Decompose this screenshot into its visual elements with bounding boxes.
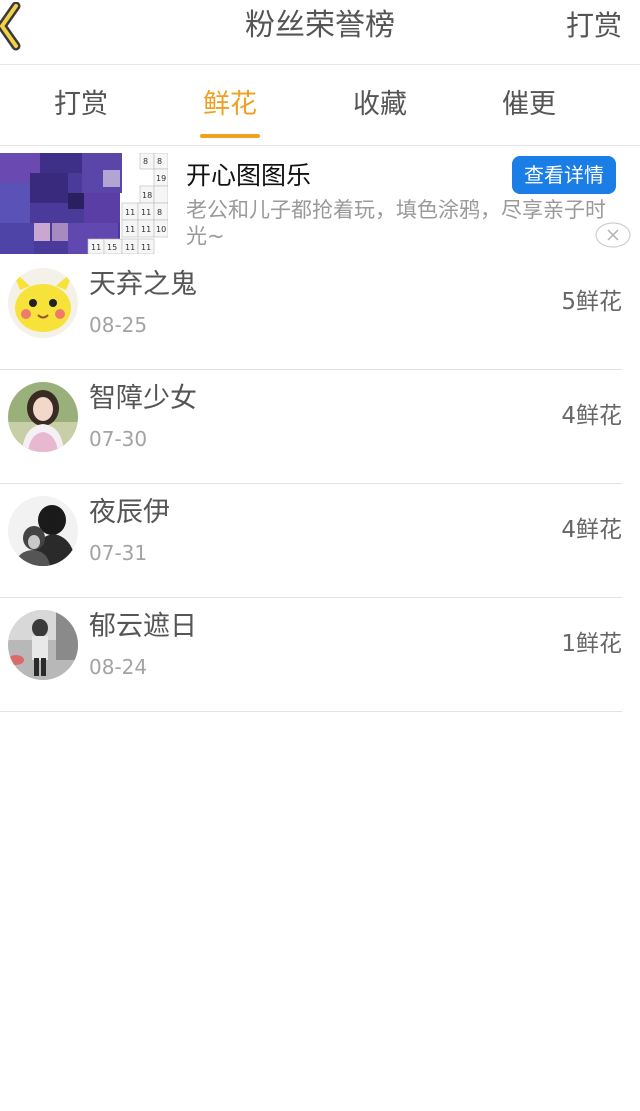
close-icon xyxy=(595,222,631,248)
svg-text:11: 11 xyxy=(141,225,151,234)
list-item[interactable]: 智障少女 07-30 4鲜花 xyxy=(0,370,622,484)
fan-name: 郁云遮日 xyxy=(89,611,197,642)
svg-text:19: 19 xyxy=(156,174,166,183)
street-avatar xyxy=(8,610,78,680)
nav-bar: 粉丝荣誉榜 打赏 xyxy=(0,0,640,65)
flower-count: 4鲜花 xyxy=(561,403,622,429)
active-tab-indicator xyxy=(200,134,260,138)
flower-count: 4鲜花 xyxy=(561,517,622,543)
ad-banner[interactable]: 8 8 19 18 11 11 8 11 11 10 11 15 11 11 开… xyxy=(0,153,640,255)
ad-description: 老公和儿子都抢着玩，填色涂鸦，尽享亲子时光~ xyxy=(186,198,606,248)
fan-date: 07-30 xyxy=(89,427,148,451)
svg-text:18: 18 xyxy=(142,191,152,200)
flower-count: 1鲜花 xyxy=(561,631,622,657)
svg-text:8: 8 xyxy=(157,208,162,217)
svg-text:11: 11 xyxy=(141,243,151,252)
list-item[interactable]: 天弃之鬼 08-25 5鲜花 xyxy=(0,256,622,370)
fan-date: 08-24 xyxy=(89,655,148,679)
flower-count: 5鲜花 xyxy=(561,289,622,315)
fan-date: 07-31 xyxy=(89,541,148,565)
list-item[interactable]: 郁云遮日 08-24 1鲜花 xyxy=(0,598,622,712)
tab-favorites[interactable]: 收藏 xyxy=(305,87,455,123)
svg-text:15: 15 xyxy=(107,243,117,252)
svg-text:11: 11 xyxy=(125,243,135,252)
tab-bar: 打赏 鲜花 收藏 催更 xyxy=(0,65,640,146)
girl-avatar xyxy=(8,382,78,452)
svg-text:8: 8 xyxy=(143,157,148,166)
svg-text:11: 11 xyxy=(141,208,151,217)
page-title: 粉丝荣誉榜 xyxy=(245,8,395,43)
tab-reward[interactable]: 打赏 xyxy=(6,87,156,123)
fan-name: 天弃之鬼 xyxy=(89,269,197,300)
reward-button[interactable]: 打赏 xyxy=(566,6,622,46)
ad-title: 开心图图乐 xyxy=(186,161,312,190)
tab-flowers[interactable]: 鲜花 xyxy=(155,87,305,123)
svg-text:11: 11 xyxy=(91,243,101,252)
bw-couple-avatar xyxy=(8,496,78,566)
svg-text:11: 11 xyxy=(125,208,135,217)
pikachu-avatar xyxy=(8,268,78,338)
svg-text:11: 11 xyxy=(125,225,135,234)
ad-thumbnail: 8 8 19 18 11 11 8 11 11 10 11 15 11 11 xyxy=(0,153,168,254)
ad-details-button[interactable]: 查看详情 xyxy=(512,156,616,194)
list-item[interactable]: 夜辰伊 07-31 4鲜花 xyxy=(0,484,622,598)
svg-text:10: 10 xyxy=(156,225,166,234)
tab-urge-update[interactable]: 催更 xyxy=(454,87,604,123)
ad-close-button[interactable] xyxy=(595,222,631,248)
fan-date: 08-25 xyxy=(89,313,148,337)
fan-name: 夜辰伊 xyxy=(89,497,170,528)
svg-text:8: 8 xyxy=(157,157,162,166)
fan-list: 天弃之鬼 08-25 5鲜花 智障少女 07-30 4鲜花 夜辰伊 07-31 … xyxy=(0,256,640,712)
fan-name: 智障少女 xyxy=(89,383,197,414)
